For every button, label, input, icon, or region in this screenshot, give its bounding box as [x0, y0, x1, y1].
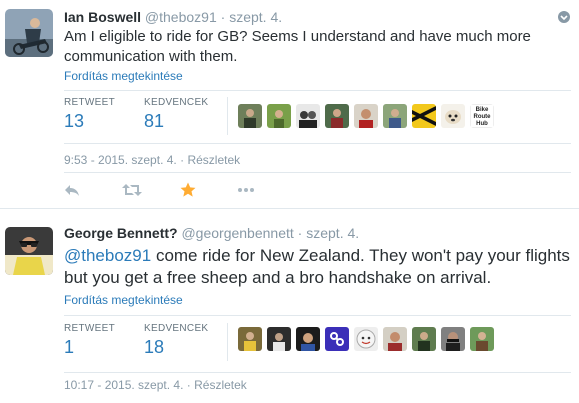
translate-link[interactable]: Fordítás megtekintése [64, 293, 183, 307]
mention-link[interactable]: @theboz91 [64, 246, 151, 265]
favorite-count[interactable]: 81 [144, 111, 208, 132]
favoriter-avatar[interactable] [383, 104, 407, 128]
retweet-icon [122, 184, 142, 196]
tweet-text: Am I eligible to ride for GB? Seems I un… [64, 28, 531, 65]
favoriter-avatars: Bike Route Hub [238, 104, 494, 128]
favorite-stat[interactable]: KEDVENCEK 81 [144, 97, 208, 132]
tweet-george-bennett: George Bennett? @georgenbennett · szept.… [0, 208, 579, 403]
tweet-timestamp: 9:53 - 2015. szept. 4. [64, 153, 177, 167]
more-options-icon[interactable] [557, 10, 571, 24]
tweet-timestamp: 10:17 - 2015. szept. 4. [64, 378, 184, 392]
divider [64, 315, 571, 316]
author-handle[interactable]: @georgenbennett [181, 225, 293, 241]
reply-button[interactable] [64, 181, 122, 199]
favoriter-avatar[interactable] [412, 327, 436, 351]
header-separator: · [220, 9, 226, 25]
tweet-meta: 9:53 - 2015. szept. 4. · Részletek [64, 153, 240, 167]
favoriter-avatar[interactable] [296, 104, 320, 128]
favoriter-avatar[interactable] [354, 327, 378, 351]
reply-icon [65, 185, 79, 196]
favorite-count[interactable]: 18 [144, 337, 208, 358]
details-link[interactable]: Részletek [187, 153, 240, 167]
favoriter-avatar[interactable] [296, 327, 320, 351]
favoriter-avatar[interactable] [441, 104, 465, 128]
favoriter-avatar[interactable] [267, 104, 291, 128]
bike-route-hub-logo[interactable]: Bike Route Hub [470, 104, 494, 128]
favorite-label: KEDVENCEK [144, 323, 209, 334]
favoriter-avatar[interactable] [441, 327, 465, 351]
tweet-header: Ian Boswell @theboz91 · szept. 4. [64, 9, 282, 25]
retweet-button[interactable] [122, 181, 180, 199]
favoriter-avatar[interactable] [470, 327, 494, 351]
stats-divider [227, 323, 228, 361]
tweet-actions [64, 181, 296, 199]
author-handle[interactable]: @theboz91 [145, 9, 217, 25]
favorite-stat[interactable]: KEDVENCEK 18 [144, 323, 208, 358]
favoriter-avatar[interactable] [325, 327, 349, 351]
divider [64, 90, 571, 91]
stats-divider [227, 97, 228, 135]
favorite-button[interactable] [180, 181, 238, 199]
favoriter-avatar[interactable] [354, 104, 378, 128]
divider [64, 172, 571, 173]
retweet-label: RETWEET [64, 323, 115, 334]
tweet-text: @theboz91 come ride for New Zealand. The… [64, 245, 571, 289]
translate-link[interactable]: Fordítás megtekintése [64, 69, 183, 83]
svg-text:Hub: Hub [476, 121, 488, 127]
retweet-count[interactable]: 1 [64, 337, 115, 358]
favoriter-avatar[interactable] [238, 104, 262, 128]
ellipsis-icon [238, 188, 254, 192]
author-name[interactable]: Ian Boswell [64, 9, 141, 25]
avatar-george-bennett[interactable] [5, 227, 53, 275]
tweet-time[interactable]: szept. 4. [229, 9, 282, 25]
star-icon [180, 182, 196, 197]
favoriter-avatar[interactable] [267, 327, 291, 351]
tweet-meta: 10:17 - 2015. szept. 4. · Részletek [64, 378, 247, 392]
divider [64, 372, 571, 373]
details-link[interactable]: Részletek [194, 378, 247, 392]
favoriter-avatar[interactable] [238, 327, 262, 351]
svg-text:Route: Route [474, 114, 492, 120]
retweet-count[interactable]: 13 [64, 111, 115, 132]
retweet-stat[interactable]: RETWEET 1 [64, 323, 115, 358]
favoriter-avatar[interactable] [325, 104, 349, 128]
svg-text:Bike: Bike [476, 107, 489, 113]
favoriter-avatar[interactable] [383, 327, 407, 351]
tweet-ian-boswell: Ian Boswell @theboz91 · szept. 4. Am I e… [0, 0, 579, 208]
favoriter-avatars [238, 327, 494, 351]
meta-separator: · [186, 378, 195, 392]
divider [64, 143, 571, 144]
more-actions-button[interactable] [238, 181, 296, 199]
tweet-time[interactable]: szept. 4. [306, 225, 359, 241]
favorite-label: KEDVENCEK [144, 97, 209, 108]
retweet-label: RETWEET [64, 97, 115, 108]
author-name[interactable]: George Bennett? [64, 225, 178, 241]
tweet-header: George Bennett? @georgenbennett · szept.… [64, 225, 359, 241]
header-separator: · [297, 225, 303, 241]
favoriter-avatar[interactable] [412, 104, 436, 128]
avatar-ian-boswell[interactable] [5, 9, 53, 57]
retweet-stat[interactable]: RETWEET 13 [64, 97, 115, 132]
